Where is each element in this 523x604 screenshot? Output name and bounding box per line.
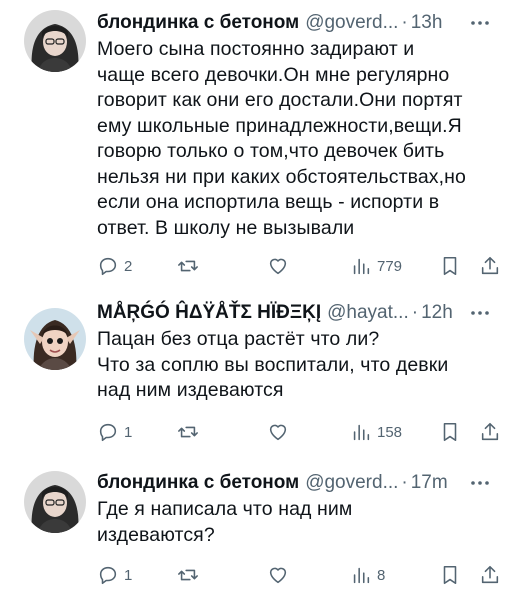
bookmark-button[interactable] <box>439 563 461 587</box>
more-icon[interactable] <box>469 473 491 493</box>
tweet-header: блондинка с бетоном @goverd... · 17m <box>97 471 509 495</box>
timestamp[interactable]: 12h <box>421 301 453 325</box>
reply-count: 2 <box>124 257 133 275</box>
tweet[interactable]: блондинка с бетоном @goverd... · 13h Мое… <box>0 0 523 290</box>
tweet[interactable]: MÅŖǴÓ ĤΔŸÅŤΣ ΗÏĐΞĶĮ @hayat... · 12h Паца… <box>0 290 523 460</box>
like-button[interactable] <box>267 420 289 444</box>
retweet-icon <box>178 260 198 272</box>
tweet-header: MÅŖǴÓ ĤΔŸÅŤΣ ΗÏĐΞĶĮ @hayat... · 12h <box>97 301 509 325</box>
bookmark-icon <box>443 565 457 585</box>
bookmark-button[interactable] <box>439 254 461 278</box>
retweet-icon <box>178 426 198 438</box>
display-name[interactable]: блондинка с бетоном <box>97 11 299 35</box>
timestamp[interactable]: 13h <box>411 11 443 35</box>
user-handle[interactable]: @goverd... <box>305 471 398 495</box>
like-button[interactable] <box>267 254 289 278</box>
avatar[interactable] <box>24 308 86 370</box>
timestamp[interactable]: 17m <box>411 471 448 495</box>
share-icon <box>481 256 499 275</box>
share-button[interactable] <box>479 563 501 587</box>
separator-dot: · <box>401 472 408 493</box>
display-name[interactable]: блондинка с бетоном <box>97 471 299 495</box>
heart-icon <box>269 567 287 584</box>
reply-button[interactable]: 1 <box>97 420 132 444</box>
display-name[interactable]: MÅŖǴÓ ĤΔŸÅŤΣ ΗÏĐΞĶĮ <box>97 301 321 325</box>
tweet-header: блондинка с бетоном @goverd... · 13h <box>97 11 509 35</box>
reply-icon <box>99 566 117 585</box>
heart-icon <box>269 258 287 275</box>
retweet-button[interactable] <box>177 420 199 444</box>
tweet[interactable]: блондинка с бетоном @goverd... · 17m Где… <box>0 460 523 604</box>
share-icon <box>481 565 499 584</box>
reply-button[interactable]: 1 <box>97 563 132 587</box>
more-icon[interactable] <box>469 303 491 323</box>
views-icon <box>353 258 370 275</box>
share-icon <box>481 422 499 441</box>
user-handle[interactable]: @hayat... <box>327 301 409 325</box>
reply-icon <box>99 257 117 276</box>
views-icon <box>353 424 370 441</box>
user-handle[interactable]: @goverd... <box>305 11 398 35</box>
retweet-button[interactable] <box>177 563 199 587</box>
views-button[interactable]: 8 <box>350 563 385 587</box>
heart-icon <box>269 424 287 441</box>
bookmark-icon <box>443 256 457 276</box>
action-bar: 2 779 <box>97 254 507 278</box>
reply-icon <box>99 423 117 442</box>
views-button[interactable]: 158 <box>350 420 402 444</box>
views-button[interactable]: 779 <box>350 254 402 278</box>
reply-count: 1 <box>124 566 133 584</box>
tweet-text: Где я написала что над ним издеваются? <box>97 498 353 546</box>
more-icon[interactable] <box>469 13 491 33</box>
avatar[interactable] <box>24 471 86 533</box>
tweet-text: Моего сына постоянно задирают и чаще все… <box>97 38 466 239</box>
share-button[interactable] <box>479 420 501 444</box>
separator-dot: · <box>411 302 419 323</box>
avatar[interactable] <box>24 10 86 72</box>
views-count: 158 <box>377 423 403 441</box>
retweet-button[interactable] <box>177 254 199 278</box>
tweet-text: Пацан без отца растёт что ли? Что за соп… <box>97 328 449 401</box>
bookmark-button[interactable] <box>439 420 461 444</box>
action-bar: 1 158 <box>97 420 507 444</box>
reply-button[interactable]: 2 <box>97 254 132 278</box>
bookmark-icon <box>443 422 457 442</box>
share-button[interactable] <box>479 254 501 278</box>
views-count: 8 <box>377 566 386 584</box>
retweet-icon <box>178 569 198 581</box>
views-icon <box>353 567 370 584</box>
separator-dot: · <box>401 12 408 33</box>
views-count: 779 <box>377 257 403 275</box>
reply-count: 1 <box>124 423 133 441</box>
like-button[interactable] <box>267 563 289 587</box>
action-bar: 1 8 <box>97 563 507 587</box>
